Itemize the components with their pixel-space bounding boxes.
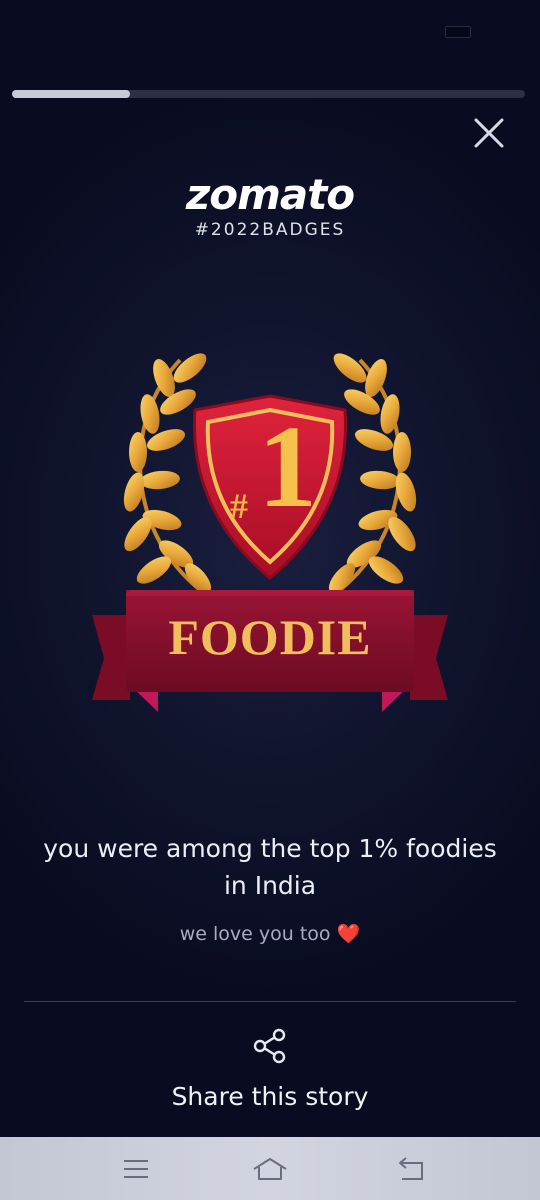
love-message-text: we love you too [179, 923, 331, 945]
nav-home-button[interactable] [250, 1151, 290, 1187]
back-icon [399, 1157, 423, 1180]
story-progress-bar [12, 90, 525, 98]
zomato-logo: zomato [185, 170, 355, 219]
story-screen: zomato #2022BADGES # 1 FOODIE you were a… [0, 0, 540, 1200]
status-indicator [445, 26, 471, 38]
share-story-button[interactable]: Share this story [140, 1020, 400, 1120]
share-icon [253, 1028, 286, 1064]
divider [24, 1001, 516, 1002]
home-icon [253, 1158, 287, 1180]
story-progress-fill [12, 90, 130, 98]
nav-menu-button[interactable] [116, 1151, 156, 1187]
badge-ribbon-label: FOODIE [168, 609, 372, 665]
close-button[interactable] [470, 114, 508, 152]
share-story-label: Share this story [171, 1082, 369, 1111]
heart-icon: ❤️ [336, 923, 361, 945]
system-nav-bar [0, 1137, 540, 1200]
love-message: we love you too ❤️ [0, 922, 540, 945]
close-icon [474, 118, 504, 148]
nav-back-button[interactable] [392, 1151, 432, 1187]
menu-icon [124, 1160, 148, 1178]
foodie-badge: # 1 FOODIE [80, 340, 460, 730]
badge-illustration [92, 353, 448, 712]
achievement-headline: you were among the top 1% foodies in Ind… [43, 834, 497, 900]
badges-hashtag: #2022BADGES [194, 220, 346, 240]
